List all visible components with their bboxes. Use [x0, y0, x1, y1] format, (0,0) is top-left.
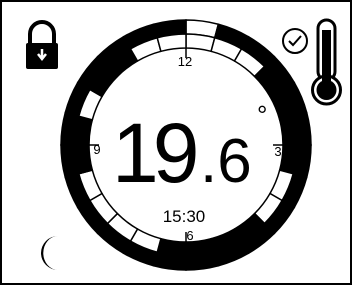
inner-segment — [278, 144, 298, 175]
inner-segment — [74, 115, 94, 146]
thermometer-icon[interactable] — [311, 18, 342, 106]
hour-label-6: 6 — [186, 228, 193, 243]
hour-label-9: 9 — [93, 142, 100, 157]
clock-icon[interactable] — [282, 28, 308, 54]
inner-segment — [156, 237, 187, 257]
temperature-decimal: .6 — [200, 127, 252, 196]
moon-icon[interactable] — [41, 236, 58, 270]
inner-segment — [74, 144, 94, 175]
lock-icon[interactable] — [26, 20, 58, 69]
thermostat-display: 12 3 6 9 19 .6 ° 15:30 — [26, 18, 342, 271]
hour-label-12: 12 — [178, 54, 192, 69]
temperature-integer: 19 — [112, 106, 196, 200]
current-time: 15:30 — [163, 207, 206, 226]
inner-segment — [185, 33, 216, 53]
degree-symbol: ° — [257, 100, 267, 130]
inner-segment — [156, 33, 187, 53]
hour-label-3: 3 — [274, 144, 281, 159]
inner-segment — [278, 115, 298, 146]
